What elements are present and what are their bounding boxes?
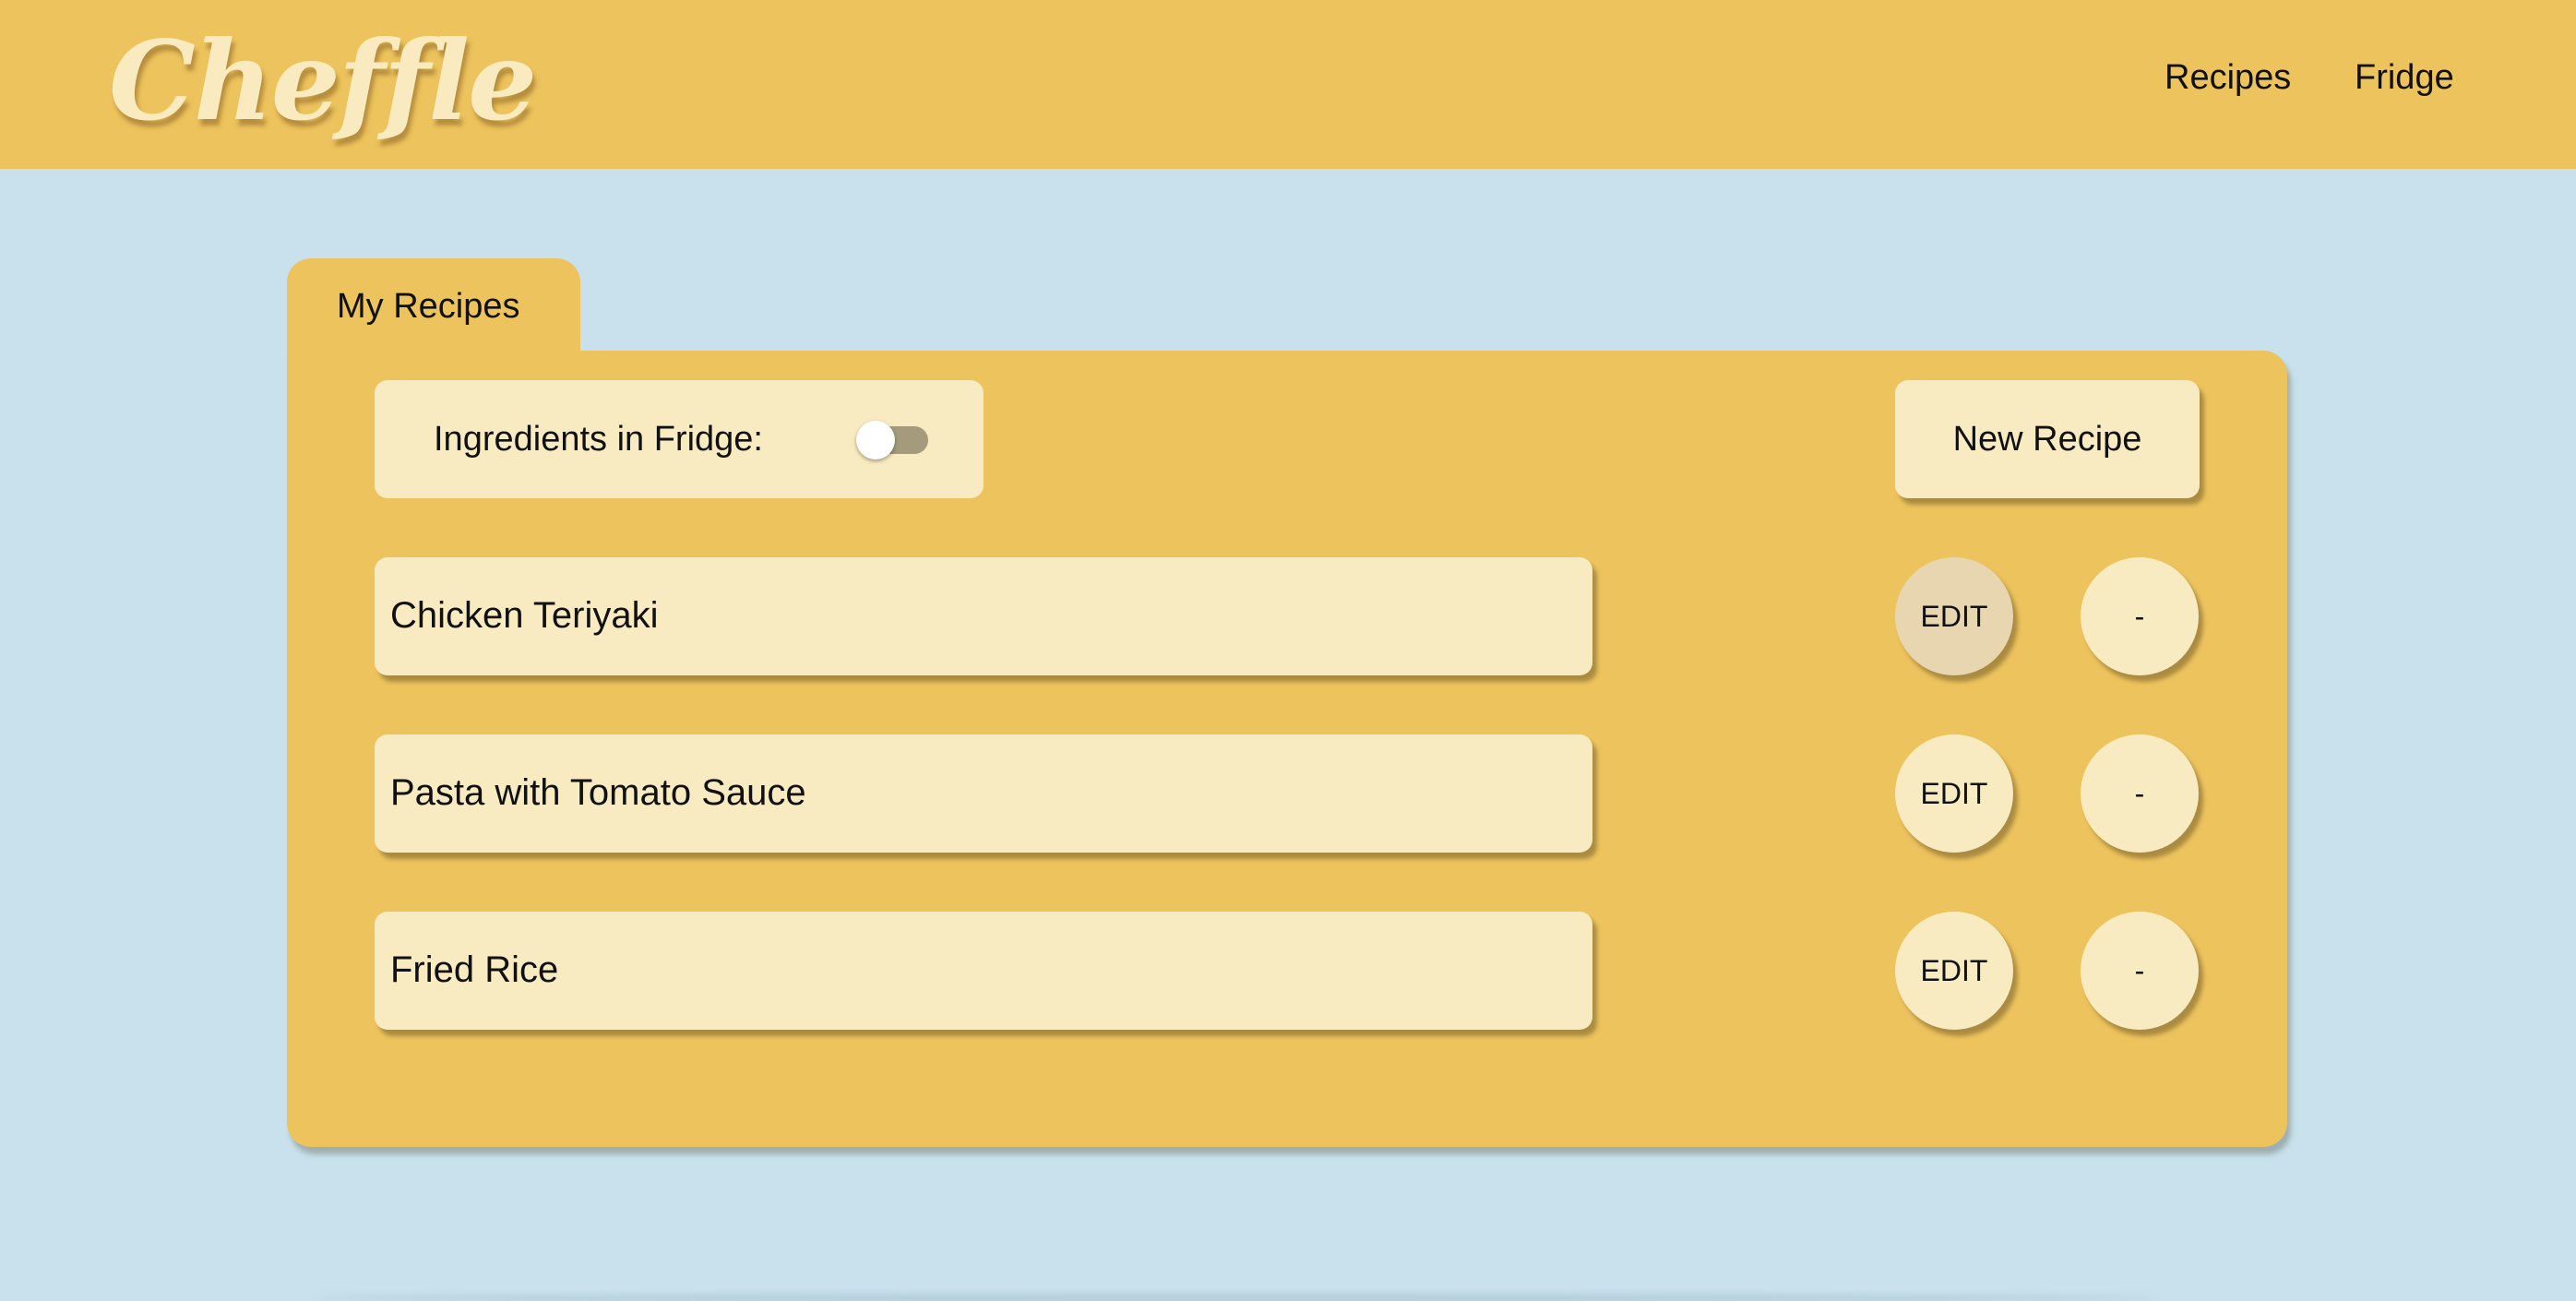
my-recipes-tab: My Recipes (287, 258, 580, 360)
remove-recipe-button[interactable]: - (2081, 557, 2199, 675)
recipe-name: Fried Rice (390, 949, 559, 990)
app-logo[interactable]: Cheffle (109, 17, 537, 146)
recipe-row[interactable]: Fried Rice (375, 912, 1592, 1030)
top-navbar: Cheffle Recipes Fridge (0, 0, 2576, 169)
edit-recipe-button[interactable]: EDIT (1895, 557, 2013, 675)
bottom-shadow (314, 1295, 2159, 1301)
nav-link-recipes[interactable]: Recipes (2165, 54, 2291, 101)
fridge-filter-toggle[interactable] (856, 421, 928, 460)
my-recipes-tab-label: My Recipes (337, 287, 520, 326)
edit-recipe-button[interactable]: EDIT (1895, 912, 2013, 1030)
toggle-knob (856, 421, 895, 460)
remove-recipe-button[interactable]: - (2081, 912, 2199, 1030)
recipes-panel: Ingredients in Fridge: New Recipe Chicke… (287, 351, 2287, 1147)
nav-link-fridge[interactable]: Fridge (2355, 54, 2454, 101)
recipe-name: Pasta with Tomato Sauce (390, 772, 806, 813)
recipe-name: Chicken Teriyaki (390, 595, 659, 636)
new-recipe-button[interactable]: New Recipe (1895, 380, 2200, 498)
recipe-row[interactable]: Chicken Teriyaki (375, 557, 1592, 675)
fridge-filter-label: Ingredients in Fridge: (434, 420, 763, 459)
edit-recipe-button[interactable]: EDIT (1895, 734, 2013, 853)
remove-recipe-button[interactable]: - (2081, 734, 2199, 853)
fridge-filter: Ingredients in Fridge: (375, 380, 984, 498)
recipe-row[interactable]: Pasta with Tomato Sauce (375, 734, 1592, 853)
